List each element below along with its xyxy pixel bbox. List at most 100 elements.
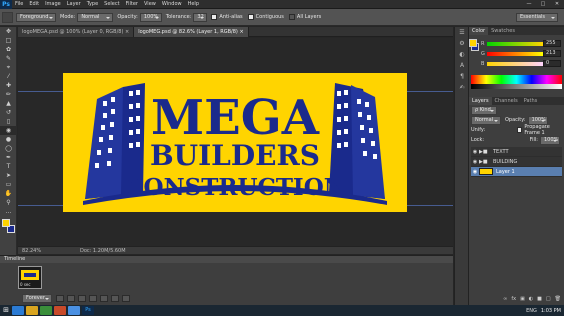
b-slider[interactable] (487, 62, 543, 66)
duplicate-frame-icon[interactable] (111, 295, 119, 302)
timeline-frame[interactable]: 0 sec (18, 266, 42, 289)
layer-row-building[interactable]: ◉ ▶■ BUILDING (471, 157, 562, 167)
brush-tool-icon[interactable]: ✏ (0, 90, 17, 99)
minimize-button[interactable]: — (522, 0, 536, 9)
opacity-input[interactable]: 100% (139, 12, 162, 22)
media-icon[interactable] (40, 306, 52, 315)
link-layers-icon[interactable]: ∞ (503, 296, 507, 302)
adjustments-panel-icon[interactable]: ◐ (455, 49, 469, 60)
tab-logomega[interactable]: logoMEGA.psd @ 100% (Layer 0, RGB/8) × (18, 26, 135, 37)
photoshop-logo[interactable]: Ps (0, 0, 12, 9)
new-group-icon[interactable]: ■ (537, 296, 542, 302)
dodge-tool-icon[interactable]: ◯ (0, 144, 17, 153)
b-value[interactable]: 0 (543, 60, 561, 67)
language-indicator[interactable]: ENG (526, 308, 537, 314)
close-button[interactable]: ✕ (550, 0, 564, 9)
menu-image[interactable]: Image (42, 0, 64, 9)
history-panel-icon[interactable]: ☰ (455, 27, 469, 38)
document-canvas[interactable]: MEGA BUILDERS CONSTRUCTION (63, 73, 407, 212)
trash-icon[interactable]: 🗑 (555, 296, 561, 302)
app-icon[interactable] (54, 306, 66, 315)
more-tools-icon[interactable]: … (0, 207, 17, 216)
menu-view[interactable]: View (141, 0, 159, 9)
first-frame-icon[interactable] (56, 295, 64, 302)
contiguous-checkbox[interactable] (247, 14, 254, 20)
r-value[interactable]: 255 (543, 40, 561, 47)
play-icon[interactable] (78, 295, 86, 302)
paint-bucket-preset-icon[interactable] (2, 11, 13, 23)
tab-layers[interactable]: Layers (469, 97, 492, 105)
layer-row-textt[interactable]: ◉ ▶■ TEXTT (471, 147, 562, 157)
tab-paths[interactable]: Paths (521, 97, 541, 105)
tab-logomeg[interactable]: logoMEG.psd @ 82.6% (Layer 1, RGB/8) × (134, 26, 249, 37)
crop-tool-icon[interactable]: ⌖ (0, 63, 17, 72)
type-tool-icon[interactable]: T (0, 162, 17, 171)
all-layers-checkbox[interactable] (288, 14, 295, 20)
clock[interactable]: 1:03 PM (541, 308, 564, 314)
tab-color[interactable]: Color (469, 27, 489, 35)
tab-channels[interactable]: Channels (492, 97, 521, 105)
color-spectrum-ramp[interactable] (471, 75, 562, 84)
fx-icon[interactable]: fx (511, 296, 516, 302)
g-value[interactable]: 213 (543, 50, 561, 57)
menu-select[interactable]: Select (101, 0, 122, 9)
character-panel-icon[interactable]: A (455, 60, 469, 71)
menu-file[interactable]: File (12, 0, 26, 9)
delete-frame-icon[interactable] (122, 295, 130, 302)
shape-tool-icon[interactable]: ▭ (0, 180, 17, 189)
path-select-tool-icon[interactable]: ➤ (0, 171, 17, 180)
zoom-tool-icon[interactable]: ⚲ (0, 198, 17, 207)
properties-panel-icon[interactable]: ⚙ (455, 38, 469, 49)
menu-type[interactable]: Type (84, 0, 101, 9)
history-brush-tool-icon[interactable]: ↺ (0, 108, 17, 117)
layer-opacity-input[interactable]: 100% (527, 115, 548, 125)
propagate-checkbox[interactable] (517, 127, 523, 133)
fill-source-dropdown[interactable]: Foreground (16, 12, 56, 22)
paint-bucket-tool-icon[interactable]: ◉ (0, 126, 17, 135)
workspace-dropdown[interactable]: Essentials (516, 12, 558, 22)
ie-icon[interactable] (12, 306, 24, 315)
menu-layer[interactable]: Layer (64, 0, 84, 9)
layer-row-layer1[interactable]: ◉ Layer 1 (471, 167, 562, 177)
visibility-eye-icon[interactable]: ◉ (471, 159, 479, 165)
r-slider[interactable] (487, 42, 543, 46)
menu-edit[interactable]: Edit (26, 0, 42, 9)
blur-tool-icon[interactable]: ● (0, 135, 17, 144)
maximize-button[interactable]: □ (536, 0, 550, 9)
healing-brush-tool-icon[interactable]: ✚ (0, 81, 17, 90)
layer-filter-dropdown[interactable]: ρ Kind (471, 105, 497, 115)
new-layer-icon[interactable]: □ (546, 296, 551, 302)
fill-input[interactable]: 100% (540, 135, 560, 145)
lasso-tool-icon[interactable]: ✿ (0, 45, 17, 54)
photoshop-taskbar-icon[interactable]: Ps (82, 306, 94, 315)
zoom-level[interactable]: 82.24% (18, 247, 58, 255)
frame-duration[interactable]: 0 sec (20, 282, 31, 287)
visibility-eye-icon[interactable]: ◉ (471, 149, 479, 155)
mode-dropdown[interactable]: Normal (77, 12, 114, 22)
move-tool-icon[interactable]: ✥ (0, 27, 17, 36)
tolerance-input[interactable]: 32 (193, 12, 208, 22)
marquee-tool-icon[interactable]: □ (0, 36, 17, 45)
hand-tool-icon[interactable]: ✋ (0, 189, 17, 198)
next-frame-icon[interactable] (89, 295, 97, 302)
add-mask-icon[interactable]: ▣ (520, 296, 525, 302)
file-explorer-icon[interactable] (26, 306, 38, 315)
tween-icon[interactable] (100, 295, 108, 302)
pen-tool-icon[interactable]: ✒ (0, 153, 17, 162)
quick-select-tool-icon[interactable]: ✎ (0, 54, 17, 63)
start-button[interactable]: ⊞ (0, 305, 12, 316)
g-slider[interactable] (487, 52, 543, 56)
adjustment-layer-icon[interactable]: ◐ (529, 296, 533, 302)
antialias-checkbox[interactable] (211, 14, 218, 20)
chrome-icon[interactable] (68, 306, 80, 315)
tab-swatches[interactable]: Swatches (488, 27, 518, 35)
menu-help[interactable]: Help (185, 0, 202, 9)
foreground-color-swatch[interactable] (2, 219, 10, 227)
paragraph-panel-icon[interactable]: ¶ (455, 71, 469, 82)
menu-filter[interactable]: Filter (123, 0, 141, 9)
clone-stamp-tool-icon[interactable]: ▲ (0, 99, 17, 108)
menu-window[interactable]: Window (159, 0, 185, 9)
eyedropper-tool-icon[interactable]: ⁄ (0, 72, 17, 81)
eraser-tool-icon[interactable]: ▯ (0, 117, 17, 126)
fg-color-chip[interactable] (469, 39, 477, 47)
